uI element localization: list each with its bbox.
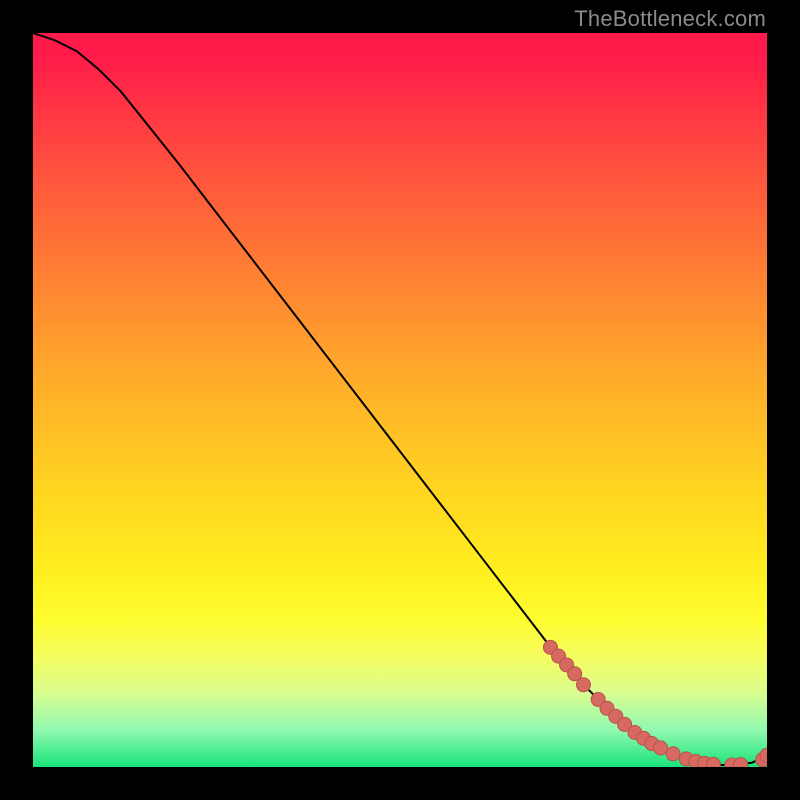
data-point-marker: [734, 758, 748, 767]
chart-stage: TheBottleneck.com: [0, 0, 800, 800]
curve-line: [33, 33, 767, 765]
data-point-marker: [654, 741, 668, 755]
data-point-marker: [706, 757, 720, 767]
curve-markers: [543, 640, 767, 767]
chart-svg: [33, 33, 767, 767]
watermark-text: TheBottleneck.com: [574, 6, 766, 32]
plot-area: [33, 33, 767, 767]
data-point-marker: [577, 678, 591, 692]
data-point-marker: [666, 747, 680, 761]
